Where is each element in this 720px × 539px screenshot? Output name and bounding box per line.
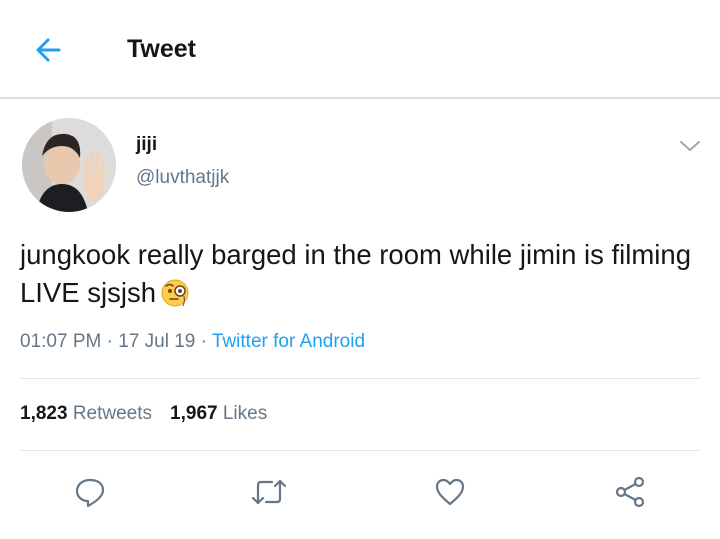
retweets-count: 1,823: [20, 403, 68, 424]
header-divider: [0, 97, 720, 99]
tweet-body: jungkook really barged in the room while…: [20, 239, 691, 308]
more-options-button[interactable]: [676, 132, 704, 160]
likes-label: Likes: [222, 403, 268, 424]
page-title: Tweet: [127, 35, 196, 63]
user-handle[interactable]: @luvthatjjk: [136, 167, 229, 189]
retweets-stat[interactable]: 1,823 Retweets: [20, 403, 152, 424]
display-name[interactable]: jiji: [136, 134, 157, 156]
meta-separator-2: ·: [200, 331, 207, 352]
meta-separator: ·: [106, 331, 113, 352]
like-button[interactable]: [430, 472, 470, 512]
likes-count: 1,967: [170, 403, 218, 424]
heart-icon: [435, 478, 465, 506]
reply-icon: [75, 478, 105, 508]
retweet-icon: [251, 479, 287, 505]
reply-button[interactable]: [70, 472, 110, 512]
retweet-button[interactable]: [249, 472, 289, 512]
tweet-source-link[interactable]: Twitter for Android: [212, 331, 365, 352]
tweet-stats: 1,823 Retweets 1,967 Likes: [20, 403, 267, 425]
back-button[interactable]: [28, 30, 68, 70]
tweet-text: jungkook really barged in the room while…: [20, 236, 700, 318]
retweets-label: Retweets: [72, 403, 153, 424]
tweet-time: 01:07 PM: [20, 331, 102, 352]
arrow-left-icon: [36, 38, 61, 62]
face-with-monocle-emoji: [160, 278, 190, 318]
avatar[interactable]: [22, 118, 116, 212]
chevron-down-icon: [680, 141, 700, 151]
divider: [20, 450, 700, 451]
top-bar: Tweet: [0, 0, 720, 99]
share-icon: [615, 476, 645, 508]
tweet-meta: 01:07 PM · 17 Jul 19 · Twitter for Andro…: [20, 331, 365, 353]
avatar-photo: [22, 118, 116, 212]
share-button[interactable]: [610, 472, 650, 512]
divider: [20, 378, 700, 379]
likes-stat[interactable]: 1,967 Likes: [170, 403, 267, 424]
tweet-date: 17 Jul 19: [118, 331, 196, 352]
